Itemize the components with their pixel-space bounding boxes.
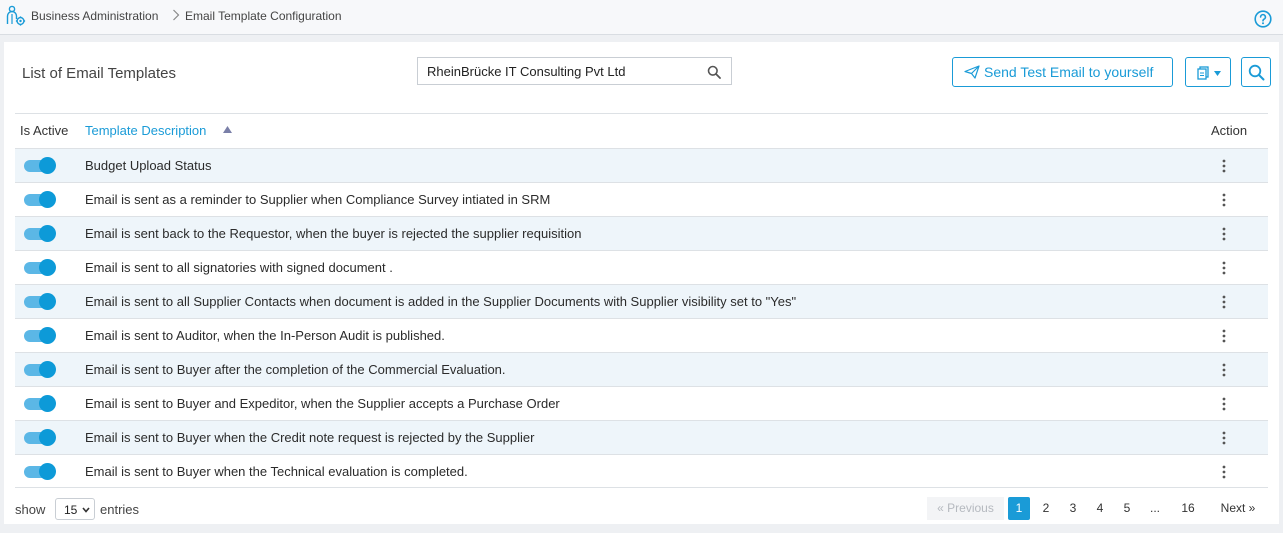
paper-plane-icon [964,65,980,79]
company-search-value: RheinBrücke IT Consulting Pvt Ltd [427,64,626,79]
template-description: Email is sent to Buyer and Expeditor, wh… [85,396,560,411]
send-test-email-label: Send Test Email to yourself [984,64,1154,80]
top-bar: Business Administration Email Template C… [0,0,1283,35]
table-row: Email is sent to Buyer when the Credit n… [15,420,1268,454]
page-title: List of Email Templates [22,65,176,82]
caret-down-icon [1214,71,1221,76]
page-size-value: 15 [64,503,78,517]
active-toggle[interactable] [24,259,56,276]
column-header-template-description[interactable]: Template Description [85,123,206,138]
export-dropdown-button[interactable] [1185,57,1231,87]
more-actions-icon[interactable] [1222,193,1226,207]
template-description: Email is sent to all signatories with si… [85,260,393,275]
page-size-select[interactable]: 15 [55,498,95,520]
active-toggle[interactable] [24,327,56,344]
pagination-ellipsis: ... [1149,501,1160,515]
document-icon [1197,66,1209,80]
template-description: Email is sent to Auditor, when the In-Pe… [85,328,445,343]
template-description: Email is sent to Buyer after the complet… [85,362,506,377]
template-description: Email is sent to Buyer when the Technica… [85,464,468,479]
toggle-knob [39,157,56,174]
breadcrumb-business-administration[interactable]: Business Administration [31,9,158,23]
pagination-page[interactable]: 4 [1089,497,1111,520]
table-row: Email is sent to Auditor, when the In-Pe… [15,318,1268,352]
more-actions-icon[interactable] [1222,397,1226,411]
sort-ascending-icon[interactable] [223,126,232,133]
toggle-knob [39,327,56,344]
table-row: Email is sent to all Supplier Contacts w… [15,284,1268,318]
active-toggle[interactable] [24,293,56,310]
help-icon[interactable] [1254,10,1272,28]
toggle-knob [39,361,56,378]
pagination-page[interactable]: 5 [1116,497,1138,520]
more-actions-icon[interactable] [1222,329,1226,343]
active-toggle[interactable] [24,157,56,174]
table-row: Email is sent to all signatories with si… [15,250,1268,284]
entries-label: entries [100,502,140,517]
active-toggle[interactable] [24,361,56,378]
active-toggle[interactable] [24,463,56,480]
template-description: Budget Upload Status [85,158,212,173]
toggle-knob [39,463,56,480]
send-test-email-button[interactable]: Send Test Email to yourself [952,57,1173,87]
active-toggle[interactable] [24,429,56,446]
more-actions-icon[interactable] [1222,363,1226,377]
toggle-knob [39,259,56,276]
chevron-right-icon [173,9,180,21]
pagination-next[interactable]: Next » [1208,497,1268,520]
breadcrumb-email-template-configuration: Email Template Configuration [185,9,342,23]
table-row: Email is sent to Buyer and Expeditor, wh… [15,386,1268,420]
chevron-down-icon [82,507,90,513]
show-label: show [15,502,46,517]
table-row: Email is sent as a reminder to Supplier … [15,182,1268,216]
toggle-knob [39,225,56,242]
more-actions-icon[interactable] [1222,431,1226,445]
table-row: Email is sent to Buyer when the Technica… [15,454,1268,488]
toggle-knob [39,191,56,208]
business-admin-icon [6,5,26,26]
table-row: Email is sent back to the Requestor, whe… [15,216,1268,250]
more-actions-icon[interactable] [1222,295,1226,309]
column-header-is-active: Is Active [20,123,69,138]
more-actions-icon[interactable] [1222,227,1226,241]
template-description: Email is sent to Buyer when the Credit n… [85,430,535,445]
active-toggle[interactable] [24,191,56,208]
company-search-input[interactable]: RheinBrücke IT Consulting Pvt Ltd [417,57,732,85]
toggle-knob [39,293,56,310]
search-button[interactable] [1241,57,1271,87]
pagination-page[interactable]: 1 [1008,497,1030,520]
active-toggle[interactable] [24,395,56,412]
template-description: Email is sent to all Supplier Contacts w… [85,294,797,309]
pagination-page[interactable]: 3 [1062,497,1084,520]
toggle-knob [39,395,56,412]
pagination-page[interactable]: 2 [1035,497,1057,520]
template-description: Email is sent back to the Requestor, whe… [85,226,582,241]
pagination-page[interactable]: 16 [1177,497,1199,520]
active-toggle[interactable] [24,225,56,242]
column-header-action: Action [1211,123,1248,138]
template-table-body: Budget Upload Status Email is sent as a r… [15,148,1268,488]
template-description: Email is sent as a reminder to Supplier … [85,192,551,207]
table-row: Email is sent to Buyer after the complet… [15,352,1268,386]
toggle-knob [39,429,56,446]
more-actions-icon[interactable] [1222,465,1226,479]
more-actions-icon[interactable] [1222,159,1226,173]
more-actions-icon[interactable] [1222,261,1226,275]
search-icon [1248,64,1265,81]
table-header-divider [15,113,1268,114]
table-row: Budget Upload Status [15,148,1268,182]
search-icon[interactable] [707,65,721,79]
pagination-previous[interactable]: « Previous [927,497,1004,520]
